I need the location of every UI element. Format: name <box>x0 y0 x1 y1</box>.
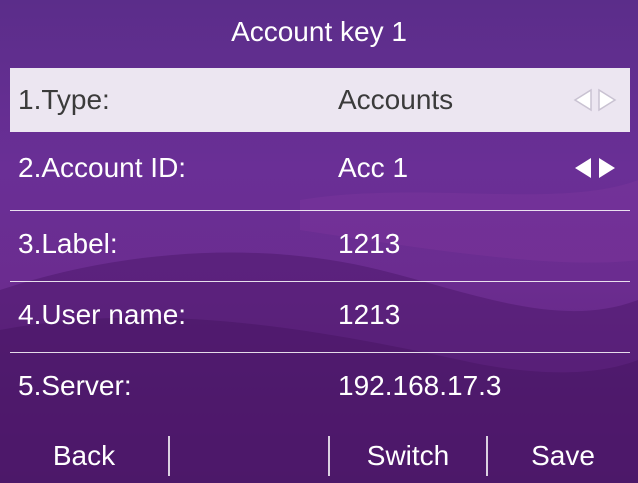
row-label-value: 1213 <box>338 228 401 259</box>
row-type[interactable]: 1.Type: Accounts <box>10 68 630 132</box>
empty-softkey[interactable] <box>170 436 328 476</box>
row-label-label: 3.Label: <box>18 228 118 259</box>
row-label[interactable]: 3.Label: 1213 <box>10 212 630 276</box>
row-account-id-value: Acc 1 <box>338 152 409 183</box>
left-right-arrows-icon[interactable] <box>560 88 630 112</box>
page-title: Account key 1 <box>231 16 407 47</box>
row-user-name[interactable]: 4.User name: 1213 <box>10 283 630 347</box>
row-server[interactable]: 5.Server: 192.168.17.3 <box>10 354 630 418</box>
row-account-id[interactable]: 2.Account ID: Acc 1 <box>10 136 630 200</box>
switch-button[interactable]: Switch <box>330 436 486 476</box>
row-account-id-label: 2.Account ID: <box>18 152 187 183</box>
left-right-arrows-icon[interactable] <box>560 156 630 180</box>
row-server-label: 5.Server: <box>18 370 132 401</box>
row-type-value: Accounts <box>338 84 454 115</box>
row-user-name-value: 1213 <box>338 299 401 330</box>
row-user-name-label: 4.User name: <box>18 299 187 330</box>
row-divider <box>10 210 630 211</box>
row-server-value: 192.168.17.3 <box>338 370 502 401</box>
phone-screen: Account key 1 1.Type: Accounts 2.Account… <box>0 0 638 483</box>
save-button[interactable]: Save <box>488 436 638 476</box>
row-type-label: 1.Type: <box>18 84 110 115</box>
row-divider <box>10 352 630 353</box>
softkey-bar: Back Switch Save <box>0 429 638 483</box>
row-divider <box>10 281 630 282</box>
back-button[interactable]: Back <box>0 436 168 476</box>
